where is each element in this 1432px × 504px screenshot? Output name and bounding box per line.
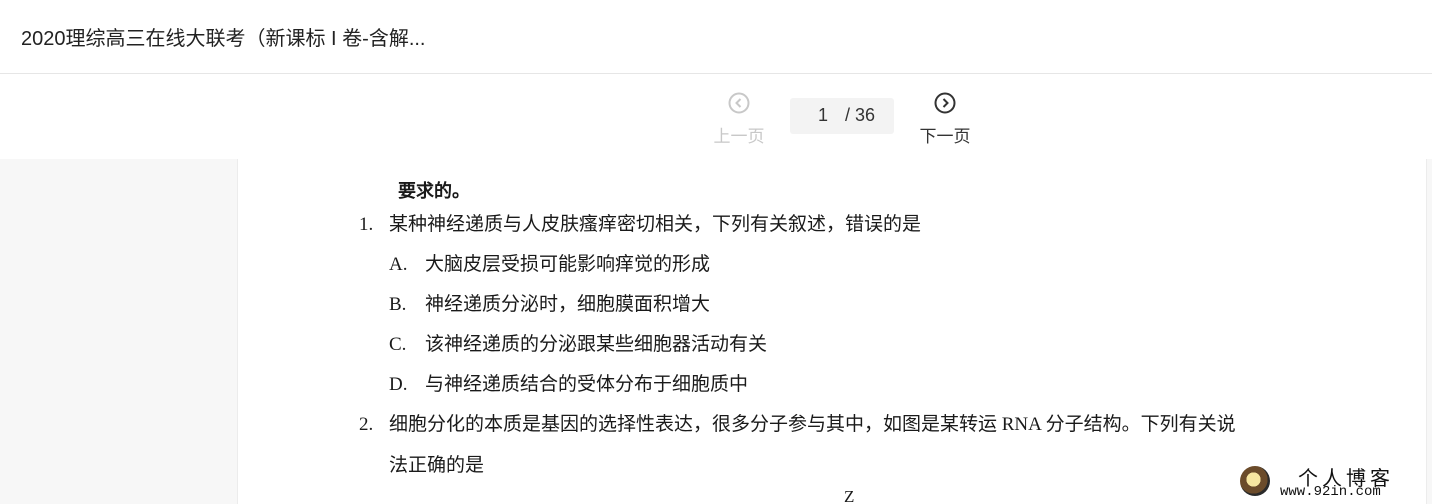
next-page-label: 下一页 [919, 127, 971, 146]
option-a: A. 大脑皮层受损可能影响痒觉的形成 [389, 249, 710, 276]
page-indicator: / 36 [790, 98, 894, 134]
option-text: 神经递质分泌时，细胞膜面积增大 [425, 294, 711, 315]
question-text: 某种神经递质与人皮肤瘙痒密切相关，下列有关叙述，错误的是 [389, 214, 922, 235]
option-c: C. 该神经递质的分泌跟某些细胞器活动有关 [389, 329, 767, 356]
question-number: 2. [359, 414, 374, 435]
page-total: / 36 [845, 105, 876, 125]
question-1: 1. 某种神经递质与人皮肤瘙痒密切相关，下列有关叙述，错误的是 [359, 209, 921, 236]
option-text: 与神经递质结合的受体分布于细胞质中 [425, 374, 749, 395]
question-2: 2. 细胞分化的本质是基因的选择性表达，很多分子参与其中，如图是某转运 RNA 分… [359, 409, 1236, 436]
option-b: B. 神经递质分泌时，细胞膜面积增大 [389, 289, 710, 316]
chevron-left-circle-icon [728, 92, 750, 114]
page-number-input[interactable] [808, 104, 838, 126]
question-text: 细胞分化的本质是基因的选择性表达，很多分子参与其中，如图是某转运 RNA 分子结… [389, 414, 1236, 435]
question-number: 1. [359, 214, 374, 235]
option-key: A. [389, 254, 408, 275]
chevron-right-circle-icon [934, 92, 956, 114]
option-text: 该神经递质的分泌跟某些细胞器活动有关 [425, 334, 768, 355]
blog-watermark: 个人博客 www.92in.com [1240, 462, 1420, 502]
blog-logo-icon [1240, 466, 1270, 496]
figure-label: Z [844, 487, 855, 504]
document-page: 要求的。 1. 某种神经递质与人皮肤瘙痒密切相关，下列有关叙述，错误的是 A. 大脑… [237, 159, 1427, 504]
watermark-url: www.92in.com [1280, 484, 1381, 500]
document-title: 2020理综高三在线大联考（新课标 I 卷-含解... [21, 28, 426, 50]
pagination-bar: 上一页 / 36 下一页 [0, 74, 1432, 159]
option-key: C. [389, 334, 407, 355]
prev-page-label: 上一页 [713, 127, 765, 146]
cut-off-text: 要求的。 [398, 181, 470, 201]
prev-page-button[interactable]: 上一页 [699, 92, 779, 147]
top-bar: 2020理综高三在线大联考（新课标 I 卷-含解... [0, 0, 1432, 74]
option-key: B. [389, 294, 407, 315]
option-d: D. 与神经递质结合的受体分布于细胞质中 [389, 369, 748, 396]
option-key: D. [389, 374, 408, 395]
question-2-continued: 法正确的是 [389, 455, 485, 476]
next-page-button[interactable]: 下一页 [905, 92, 985, 147]
option-text: 大脑皮层受损可能影响痒觉的形成 [425, 254, 711, 275]
